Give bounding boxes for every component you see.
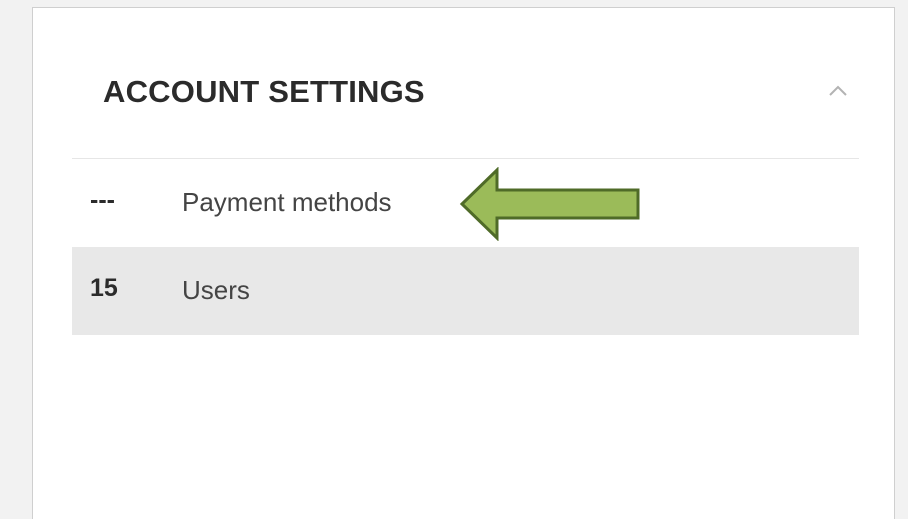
left-arrow-annotation [459, 167, 640, 241]
account-settings-panel: ACCOUNT SETTINGS --- Payment methods 15 … [32, 7, 895, 519]
list-item-users[interactable]: 15 Users [72, 247, 859, 335]
chevron-up-icon[interactable] [827, 82, 849, 98]
item-count: --- [90, 186, 115, 214]
item-label: Users [182, 275, 250, 305]
item-label: Payment methods [182, 187, 392, 217]
panel-title: ACCOUNT SETTINGS [103, 74, 425, 109]
item-count: 15 [90, 274, 118, 302]
panel-header: ACCOUNT SETTINGS [72, 8, 859, 159]
